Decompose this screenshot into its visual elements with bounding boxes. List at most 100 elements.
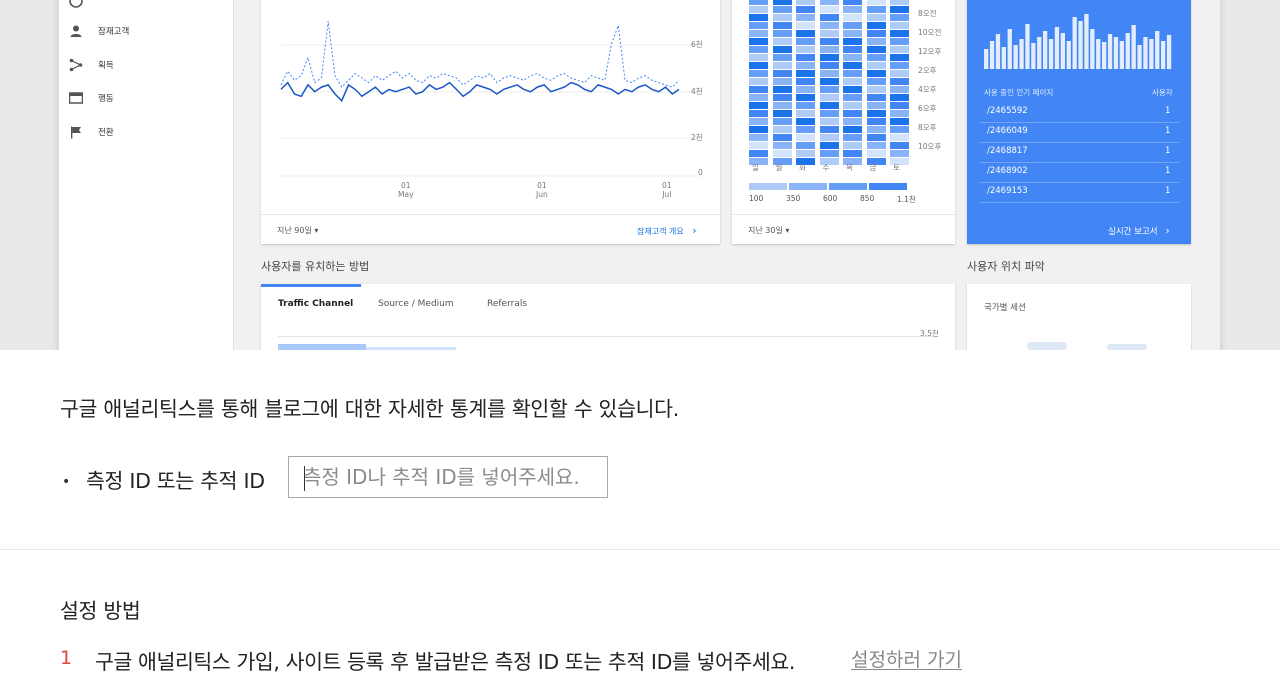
heatmap-cell [819, 78, 839, 85]
page-user-count: 1 [1165, 146, 1171, 156]
heatmap-cell [772, 0, 792, 5]
x-tick-label: 01 Jun [536, 181, 548, 199]
audience-overview-link[interactable]: 잠재고객 개요 › [637, 224, 697, 237]
heatmap-grid [749, 0, 919, 165]
heatmap-cell [772, 70, 792, 77]
heatmap-cell [749, 118, 768, 125]
go-to-settings-link[interactable]: 설정하러 가기 [851, 645, 962, 672]
realtime-report-link[interactable]: 실시간 보고서 › [1108, 224, 1170, 237]
tracking-id-field[interactable] [288, 456, 608, 498]
heatmap-cell [819, 134, 839, 141]
tab-referrals[interactable]: Referrals [487, 299, 527, 333]
heatmap-time-label: 6오후 [918, 104, 937, 113]
sidebar-item-label: 잠재고객 [98, 27, 130, 37]
top-pages-header: 사용 중인 인기 페이지 [984, 88, 1054, 97]
heatmap-cell [796, 110, 815, 117]
realtime-bar [1102, 42, 1107, 69]
realtime-bar [995, 34, 1001, 69]
page-user-count: 1 [1165, 126, 1171, 136]
heatmap-cell [749, 38, 768, 45]
heatmap-time-label: 8오후 [918, 123, 937, 132]
realtime-bar [1019, 39, 1024, 69]
tracking-id-input[interactable] [289, 457, 607, 497]
heatmap-cell [843, 86, 862, 93]
heatmap-time-label: 10오후 [918, 142, 942, 151]
location-card: 국가별 세션 [967, 284, 1191, 350]
channel-bar [366, 347, 456, 350]
clock-icon [69, 0, 83, 8]
realtime-card: 사용 중인 인기 페이지 사용자 실시간 보고서 › /2465592 1/246… [967, 0, 1191, 244]
heatmap-cell [843, 94, 862, 101]
date-range-dropdown[interactable]: 지난 90일 ▾ [277, 225, 318, 236]
heatmap-cell [819, 102, 839, 109]
heatmap-day-label: 수 [822, 163, 830, 172]
behavior-icon [69, 92, 83, 104]
realtime-bar [1025, 24, 1030, 69]
heatmap-cell [772, 110, 792, 117]
bullet-marker: • [62, 474, 71, 490]
text-caret [304, 466, 305, 491]
tab-source-medium[interactable]: Source / Medium [378, 299, 454, 333]
heatmap-cell [866, 30, 886, 37]
realtime-bar [1137, 45, 1142, 69]
heatmap-cell [772, 94, 792, 101]
legend-swatch [829, 183, 867, 190]
sidebar-item-acquisition: 획득 [59, 54, 233, 78]
heatmap-cell [866, 0, 886, 5]
heatmap-cell [866, 126, 886, 133]
heatmap-cell [772, 142, 792, 149]
heatmap-cell [843, 78, 862, 85]
heatmap-cell [819, 6, 839, 13]
heatmap-day-label: 목 [846, 163, 853, 172]
heatmap-cell [819, 150, 839, 157]
heatmap-cell [749, 142, 768, 149]
heatmap-cell [796, 54, 815, 61]
step-text: 구글 애널리틱스 가입, 사이트 등록 후 발급받은 측정 ID 또는 추적 I… [95, 650, 795, 674]
tab-traffic-channel[interactable]: Traffic Channel [278, 299, 353, 333]
heatmap-day-label: 금 [869, 163, 877, 172]
heatmap-cell [866, 118, 886, 125]
realtime-bar [1001, 47, 1006, 69]
chevron-right-icon: › [1165, 224, 1170, 237]
setup-section-title: 설정 방법 [60, 599, 141, 623]
realtime-bar [1072, 17, 1077, 69]
heatmap-cell [772, 6, 792, 13]
heatmap-cell [796, 6, 815, 13]
chevron-right-icon: › [692, 224, 697, 237]
heatmap-cell [866, 150, 886, 157]
page-path: /2468817 [987, 146, 1028, 156]
sidebar-item-label: 행동 [98, 94, 114, 104]
realtime-bar [1084, 14, 1089, 69]
acquisition-section-title: 사용자를 유치하는 방법 [261, 260, 370, 273]
heatmap-cell [890, 126, 909, 133]
heatmap-cell [796, 142, 815, 149]
realtime-bar [1161, 41, 1166, 69]
heatmap-cell [819, 94, 839, 101]
page-path: /2466049 [987, 126, 1028, 136]
realtime-bar [989, 41, 995, 69]
page-user-count: 1 [1165, 106, 1171, 116]
heatmap-cell [890, 70, 909, 77]
location-section-title: 사용자 위치 파악 [967, 260, 1045, 273]
heatmap-cell [749, 102, 768, 109]
heatmap-cell [843, 70, 862, 77]
heatmap-cell [796, 70, 815, 77]
heatmap-cell [749, 30, 768, 37]
heatmap-cell [890, 142, 909, 149]
heatmap-cell [796, 86, 815, 93]
heatmap-cell [772, 30, 792, 37]
realtime-bar [1054, 27, 1060, 69]
sidebar-item-conversions: 전환 [59, 121, 233, 145]
heatmap-cell [749, 22, 768, 29]
sidebar-item-label: 전환 [98, 128, 114, 138]
heatmap-cell [843, 54, 862, 61]
heatmap-cell [796, 126, 815, 133]
date-range-dropdown[interactable]: 지난 30일 ▾ [748, 225, 789, 236]
heatmap-cell [819, 14, 839, 21]
heatmap-cell [843, 110, 862, 117]
heatmap-cell [749, 6, 768, 13]
heatmap-cell [772, 150, 792, 157]
heatmap-cell [890, 134, 909, 141]
realtime-bar-chart [984, 14, 1172, 69]
realtime-bar [1149, 39, 1154, 69]
